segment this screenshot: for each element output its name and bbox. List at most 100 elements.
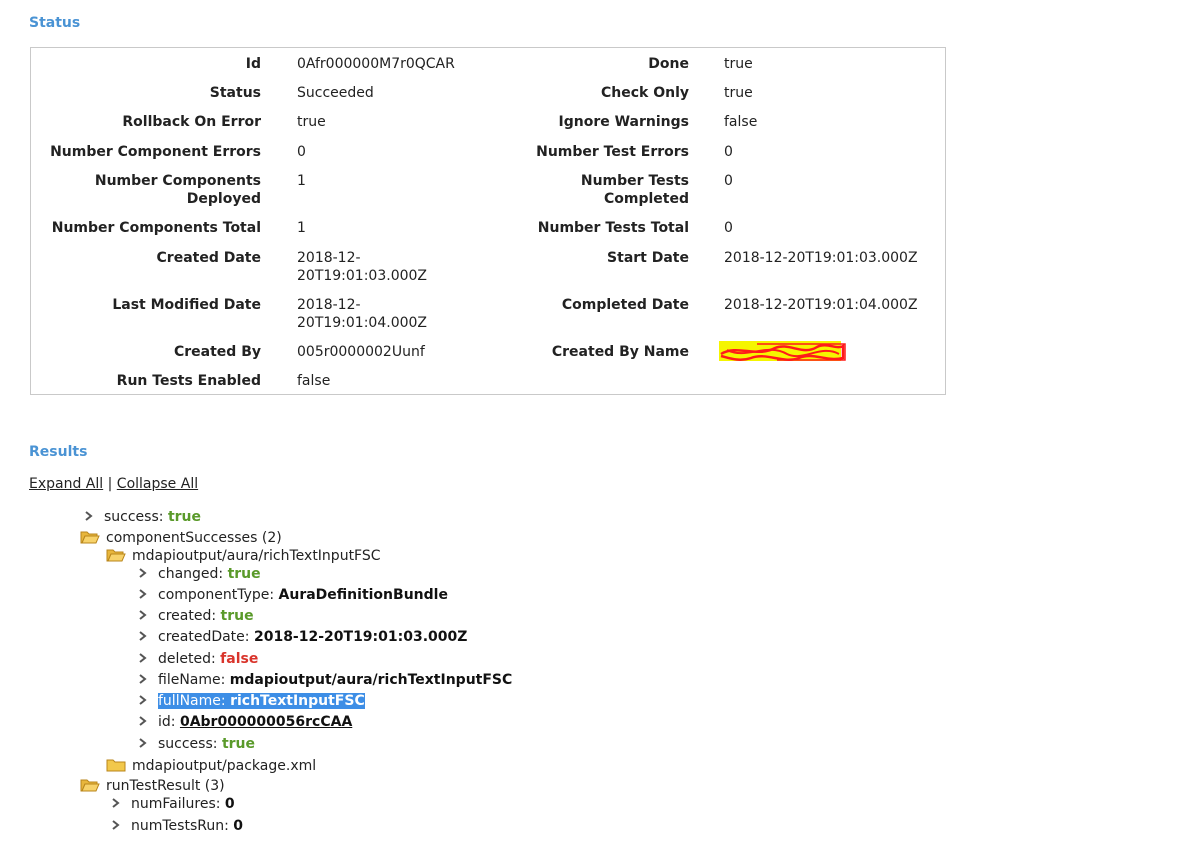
chevron-right-icon — [112, 820, 120, 830]
tree-node-id[interactable]: id: 0Abr000000056rcCAA — [138, 713, 352, 731]
id-link[interactable]: 0Abr000000056rcCAA — [180, 714, 352, 730]
results-section-title: Results — [29, 444, 88, 460]
tree-node-changed[interactable]: changed: true — [138, 565, 261, 583]
tree-label: mdapioutput/package.xml — [132, 758, 317, 774]
status-section-title: Status — [29, 15, 81, 31]
number-tests-completed-label-line1: Number Tests — [580, 173, 689, 189]
tree-node-file-name[interactable]: fileName: mdapioutput/aura/richTextInput… — [138, 671, 512, 689]
rollback-on-error-label: Rollback On Error — [122, 114, 261, 130]
last-modified-date-value: 2018-12- 20T19:01:04.000Z — [297, 296, 487, 332]
run-tests-enabled-value: false — [297, 373, 331, 389]
tree-value: richTextInputFSC — [230, 693, 365, 709]
last-modified-date-value-line1: 2018-12- — [297, 297, 361, 313]
created-date-value: 2018-12- 20T19:01:03.000Z — [297, 249, 487, 285]
ignore-warnings-value: false — [724, 114, 758, 130]
done-label: Done — [648, 56, 689, 72]
chevron-right-icon — [139, 738, 147, 748]
tree-value: 2018-12-20T19:01:03.000Z — [253, 629, 468, 645]
completed-date-label: Completed Date — [561, 297, 689, 313]
tree-key: deleted: — [158, 651, 221, 667]
number-component-errors-value: 0 — [297, 144, 306, 160]
created-date-label: Created Date — [156, 250, 261, 266]
chevron-right-icon — [139, 610, 147, 620]
tree-value: mdapioutput/aura/richTextInputFSC — [229, 672, 513, 688]
check-only-label: Check Only — [600, 85, 689, 101]
completed-date-value: 2018-12-20T19:01:04.000Z — [724, 297, 918, 313]
last-modified-date-label: Last Modified Date — [112, 297, 261, 313]
done-value: true — [724, 56, 753, 72]
chevron-right-icon — [139, 674, 147, 684]
collapse-all-link[interactable]: Collapse All — [117, 476, 198, 492]
tree-value: 0 — [233, 818, 244, 834]
number-components-deployed-label: Number Components Deployed — [31, 172, 261, 208]
created-by-name-label: Created By Name — [551, 344, 689, 360]
tree-value: 0 — [224, 796, 235, 812]
tree-key: createdDate: — [158, 629, 254, 645]
folder-open-icon — [106, 549, 126, 562]
tree-node-num-failures[interactable]: numFailures: 0 — [111, 795, 235, 813]
tree-node-num-tests-run[interactable]: numTestsRun: 0 — [111, 817, 243, 835]
tree-value: true — [220, 608, 254, 624]
tree-label: componentSuccesses (2) — [106, 530, 282, 546]
number-test-errors-label: Number Test Errors — [536, 144, 689, 160]
number-components-total-value: 1 — [297, 220, 306, 236]
tree-value: AuraDefinitionBundle — [278, 587, 448, 603]
chevron-right-icon — [85, 511, 93, 521]
expand-collapse-links: Expand All | Collapse All — [29, 476, 198, 492]
number-tests-completed-value: 0 — [724, 173, 733, 189]
number-tests-total-label: Number Tests Total — [537, 220, 689, 236]
redacted-name-scribble — [719, 341, 846, 361]
chevron-right-icon — [139, 589, 147, 599]
chevron-right-icon — [139, 568, 147, 578]
link-separator: | — [107, 476, 113, 492]
tree-node-deleted[interactable]: deleted: false — [138, 650, 258, 668]
id-value: 0Afr000000M7r0QCAR — [297, 56, 455, 72]
tree-node-inner-success[interactable]: success: true — [138, 735, 255, 753]
chevron-right-icon — [112, 798, 120, 808]
tree-value: true — [227, 566, 261, 582]
status-value: Succeeded — [297, 85, 374, 101]
tree-key: success: — [158, 736, 222, 752]
tree-key: created: — [158, 608, 221, 624]
tree-value: true — [221, 736, 255, 752]
created-date-value-line2: 20T19:01:03.000Z — [297, 268, 428, 284]
tree-key: id: — [158, 714, 180, 730]
tree-label: runTestResult (3) — [106, 778, 225, 794]
tree-node-success[interactable]: success: true — [84, 508, 201, 526]
number-component-errors-label: Number Component Errors — [50, 144, 261, 160]
tree-node-component-successes[interactable]: componentSuccesses (2) — [80, 529, 282, 547]
start-date-value: 2018-12-20T19:01:03.000Z — [724, 250, 918, 266]
tree-key: success: — [104, 509, 168, 525]
status-table: Id 0Afr000000M7r0QCAR Done true Status S… — [30, 47, 946, 395]
tree-node-run-test-result[interactable]: runTestResult (3) — [80, 777, 225, 795]
folder-open-icon — [80, 779, 100, 792]
chevron-right-icon — [139, 631, 147, 641]
tree-key: numTestsRun: — [131, 818, 234, 834]
expand-all-link[interactable]: Expand All — [29, 476, 103, 492]
folder-open-icon — [80, 531, 100, 544]
chevron-right-icon — [139, 653, 147, 663]
number-components-deployed-label-line2: Deployed — [186, 191, 261, 207]
chevron-right-icon — [139, 716, 147, 726]
tree-key: componentType: — [158, 587, 279, 603]
number-tests-completed-label-line2: Completed — [603, 191, 689, 207]
id-label: Id — [245, 56, 261, 72]
tree-value: true — [167, 509, 201, 525]
tree-node-package-xml[interactable]: mdapioutput/package.xml — [106, 757, 316, 775]
tree-label: mdapioutput/aura/richTextInputFSC — [132, 548, 381, 564]
tree-key: fullName: — [158, 693, 231, 709]
number-tests-total-value: 0 — [724, 220, 733, 236]
start-date-label: Start Date — [607, 250, 689, 266]
number-test-errors-value: 0 — [724, 144, 733, 160]
tree-node-created[interactable]: created: true — [138, 607, 254, 625]
check-only-value: true — [724, 85, 753, 101]
ignore-warnings-label: Ignore Warnings — [558, 114, 689, 130]
last-modified-date-value-line2: 20T19:01:04.000Z — [297, 315, 428, 331]
tree-node-component-type[interactable]: componentType: AuraDefinitionBundle — [138, 586, 448, 604]
tree-node-full-name[interactable]: fullName: richTextInputFSC — [138, 692, 365, 710]
run-tests-enabled-label: Run Tests Enabled — [116, 373, 261, 389]
tree-node-created-date[interactable]: createdDate: 2018-12-20T19:01:03.000Z — [138, 628, 467, 646]
tree-node-bundle[interactable]: mdapioutput/aura/richTextInputFSC — [106, 547, 381, 565]
number-components-deployed-value: 1 — [297, 173, 306, 189]
created-by-label: Created By — [173, 344, 261, 360]
